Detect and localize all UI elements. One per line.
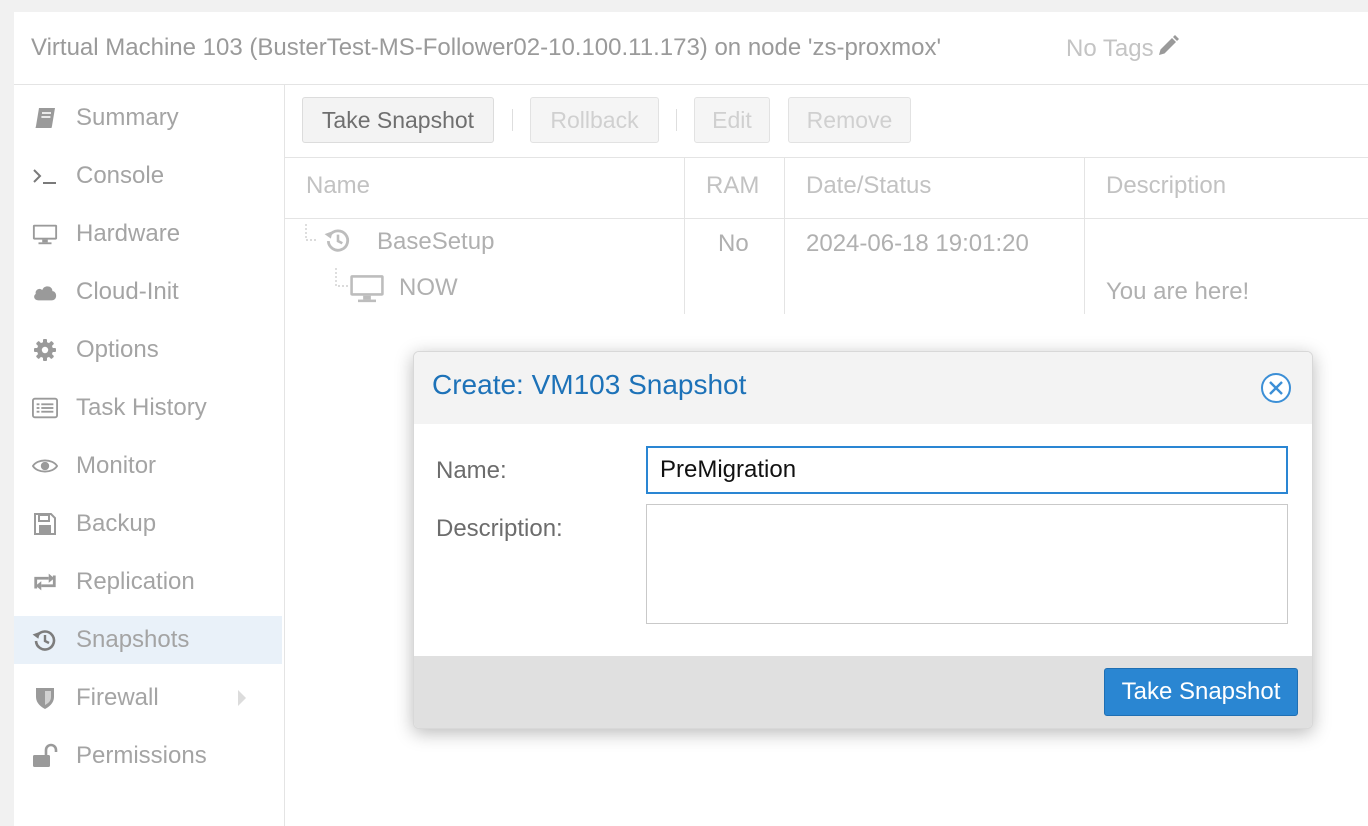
header-ram[interactable]: RAM bbox=[706, 172, 759, 200]
header-description[interactable]: Description bbox=[1106, 172, 1226, 200]
sidebar-item-monitor[interactable]: Monitor bbox=[14, 442, 282, 490]
floppy-icon bbox=[32, 512, 58, 536]
snapshot-grid: Name RAM Date/Status Description BaseSet… bbox=[285, 158, 1368, 318]
header-date-status[interactable]: Date/Status bbox=[806, 172, 931, 200]
toolbar-separator bbox=[512, 109, 513, 131]
sidebar-item-permissions[interactable]: Permissions bbox=[14, 732, 282, 780]
dialog-footer: Take Snapshot bbox=[414, 656, 1312, 728]
sidebar-item-label: Cloud-Init bbox=[76, 278, 179, 305]
monitor-icon bbox=[349, 272, 385, 309]
list-icon bbox=[32, 396, 58, 420]
sidebar-item-summary[interactable]: Summary bbox=[14, 94, 282, 142]
edit-button[interactable]: Edit bbox=[694, 97, 770, 143]
snapshot-name-input[interactable] bbox=[646, 446, 1288, 494]
shield-icon bbox=[32, 686, 58, 710]
sidebar-item-label: Hardware bbox=[76, 220, 181, 247]
chevron-right-icon[interactable] bbox=[236, 688, 248, 713]
cloud-icon bbox=[32, 280, 58, 304]
dialog-body: Name: Description: bbox=[414, 424, 1312, 656]
sidebar-item-label: Permissions bbox=[76, 742, 207, 769]
sidebar-item-label: Console bbox=[76, 162, 165, 189]
sidebar-item-cloud-init[interactable]: Cloud-Init bbox=[14, 268, 282, 316]
sidebar-item-task-history[interactable]: Task History bbox=[14, 384, 282, 432]
sidebar-item-label: Summary bbox=[76, 104, 179, 131]
name-label: Name: bbox=[436, 457, 507, 484]
take-snapshot-button[interactable]: Take Snapshot bbox=[302, 97, 494, 143]
sidebar-item-console[interactable]: Console bbox=[14, 152, 282, 200]
sidebar-item-snapshots[interactable]: Snapshots bbox=[14, 616, 282, 664]
header-name[interactable]: Name bbox=[306, 172, 370, 200]
sidebar-item-label: Monitor bbox=[76, 452, 157, 479]
monitor-icon bbox=[32, 222, 58, 246]
tree-connector bbox=[305, 224, 318, 241]
toolbar-separator bbox=[676, 109, 677, 131]
sidebar-item-label: Task History bbox=[76, 394, 207, 421]
sidebar-item-options[interactable]: Options bbox=[14, 326, 282, 374]
unlock-icon bbox=[32, 743, 58, 768]
create-snapshot-dialog: Create: VM103 Snapshot Name: Description… bbox=[413, 351, 1313, 729]
snapshot-ram: No bbox=[718, 230, 749, 257]
panel-header: Virtual Machine 103 (BusterTest-MS-Follo… bbox=[14, 12, 1368, 85]
snapshot-description-field[interactable] bbox=[646, 504, 1288, 624]
snapshot-toolbar: Take Snapshot Rollback Edit Remove bbox=[285, 85, 1368, 158]
snapshot-name: NOW bbox=[399, 274, 458, 301]
terminal-icon bbox=[32, 164, 58, 188]
remove-button[interactable]: Remove bbox=[788, 97, 911, 143]
sidebar-item-label: Snapshots bbox=[76, 626, 190, 653]
pencil-icon[interactable] bbox=[1156, 34, 1180, 58]
retweet-icon bbox=[32, 570, 58, 594]
rollback-button[interactable]: Rollback bbox=[530, 97, 659, 143]
gear-icon bbox=[32, 338, 58, 362]
take-snapshot-submit-button[interactable]: Take Snapshot bbox=[1104, 668, 1298, 716]
tags-label: No Tags bbox=[1066, 35, 1154, 62]
snapshot-description: You are here! bbox=[1106, 278, 1250, 305]
close-icon[interactable] bbox=[1260, 372, 1292, 404]
sidebar-item-label: Replication bbox=[76, 568, 195, 595]
sidebar: Summary Console Hardware Cloud-Init Opti bbox=[14, 85, 285, 826]
description-label: Description: bbox=[436, 515, 563, 542]
history-icon bbox=[323, 226, 353, 259]
dialog-title: Create: VM103 Snapshot bbox=[432, 369, 747, 400]
dialog-header: Create: VM103 Snapshot bbox=[414, 352, 1312, 424]
book-icon bbox=[32, 106, 58, 130]
panel-title: Virtual Machine 103 (BusterTest-MS-Follo… bbox=[31, 34, 942, 61]
sidebar-item-label: Firewall bbox=[76, 684, 159, 711]
history-icon bbox=[32, 628, 58, 652]
eye-icon bbox=[32, 454, 58, 478]
snapshot-name: BaseSetup bbox=[377, 228, 495, 255]
sidebar-item-backup[interactable]: Backup bbox=[14, 500, 282, 548]
sidebar-item-label: Backup bbox=[76, 510, 157, 537]
grid-header: Name RAM Date/Status Description bbox=[285, 158, 1368, 219]
tags-editor[interactable]: No Tags bbox=[1066, 34, 1180, 63]
sidebar-item-label: Options bbox=[76, 336, 159, 363]
sidebar-item-firewall[interactable]: Firewall bbox=[14, 674, 282, 722]
tree-connector bbox=[335, 268, 349, 287]
table-row[interactable]: NOW You are here! bbox=[285, 268, 1368, 314]
sidebar-item-hardware[interactable]: Hardware bbox=[14, 210, 282, 258]
sidebar-item-replication[interactable]: Replication bbox=[14, 558, 282, 606]
table-row[interactable]: BaseSetup No 2024-06-18 19:01:20 bbox=[285, 220, 1368, 266]
snapshot-date: 2024-06-18 19:01:20 bbox=[806, 230, 1029, 257]
